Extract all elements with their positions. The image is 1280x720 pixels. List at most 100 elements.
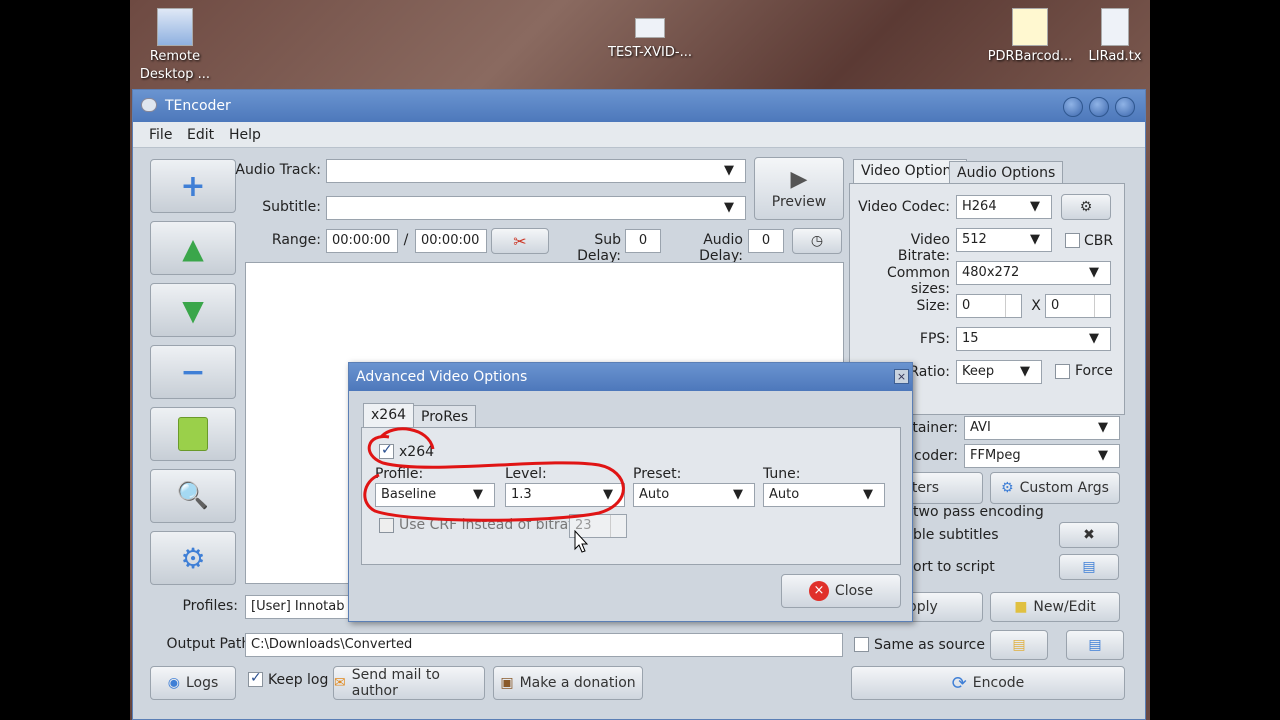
- spinner-icon[interactable]: [1094, 295, 1110, 317]
- move-down-button[interactable]: ▼: [150, 283, 236, 337]
- fps-label: FPS:: [919, 331, 950, 347]
- video-bitrate-select[interactable]: 512 ▼: [956, 228, 1052, 252]
- container-select[interactable]: AVI ▼: [964, 416, 1120, 440]
- chevron-down-icon: ▼: [1089, 331, 1099, 346]
- desktop-icon-test-xvid[interactable]: TEST-XVID-...: [605, 18, 695, 62]
- menu-file[interactable]: File: [149, 127, 172, 143]
- remote-desktop-icon: [157, 8, 193, 46]
- two-pass-label: two pass encoding: [913, 504, 1044, 520]
- spinner-icon[interactable]: [1005, 295, 1021, 317]
- red-annotation-circle: [363, 427, 625, 522]
- title-bar[interactable]: TEncoder: [133, 90, 1145, 122]
- encoder-select[interactable]: FFMpeg ▼: [964, 444, 1120, 468]
- menu-help[interactable]: Help: [229, 127, 261, 143]
- cbr-label: CBR: [1084, 233, 1114, 249]
- chevron-down-icon: ▼: [1030, 232, 1040, 247]
- size-label: Size:: [916, 298, 950, 314]
- range-separator: /: [403, 232, 409, 248]
- profiles-select[interactable]: [User] Innotab 2: [245, 595, 353, 619]
- maximize-button[interactable]: [1089, 97, 1109, 117]
- codec-settings-button[interactable]: ⚙: [1061, 194, 1111, 220]
- cut-button[interactable]: ✂: [491, 228, 549, 254]
- settings-button[interactable]: ⚙: [150, 531, 236, 585]
- gear-icon: ⚙: [180, 541, 206, 575]
- chevron-down-icon: ▼: [724, 163, 734, 178]
- plus-icon: +: [180, 168, 206, 204]
- ratio-select[interactable]: Keep ▼: [956, 360, 1042, 384]
- refresh-icon: ⟳: [951, 672, 967, 694]
- new-edit-button[interactable]: ■ New/Edit: [990, 592, 1120, 622]
- move-up-button[interactable]: ▲: [150, 221, 236, 275]
- size-x-label: X: [1031, 298, 1041, 314]
- advanced-video-options-dialog: Advanced Video Options × x264 ProRes x26…: [348, 362, 913, 622]
- pdf-file-icon: [1012, 8, 1048, 46]
- force-checkbox[interactable]: [1055, 364, 1070, 379]
- same-as-source-checkbox[interactable]: [854, 637, 869, 652]
- tab-audio-options[interactable]: Audio Options: [949, 161, 1064, 185]
- logs-button[interactable]: ◉ Logs: [150, 666, 236, 700]
- subtitle-select[interactable]: ▼: [326, 196, 746, 220]
- range-start-input[interactable]: 00:00:00: [326, 229, 398, 253]
- export-script-label: ort to script: [913, 559, 995, 575]
- subtitle-tools-button[interactable]: ✖: [1059, 522, 1119, 548]
- keep-log-checkbox[interactable]: [248, 670, 263, 687]
- gear-icon: ⚙: [1001, 480, 1014, 496]
- text-file-icon: [1101, 8, 1129, 46]
- chevron-down-icon: ▼: [1030, 199, 1040, 214]
- folder-icon: ▤: [1012, 637, 1026, 653]
- cbr-checkbox[interactable]: [1065, 233, 1080, 248]
- output-path-input[interactable]: C:\Downloads\Converted: [245, 633, 843, 657]
- video-bitrate-label: Video Bitrate:: [897, 232, 950, 264]
- sync-button[interactable]: ◷: [792, 228, 842, 254]
- arrow-up-icon: ▲: [182, 231, 204, 265]
- window-title: TEncoder: [165, 98, 231, 114]
- preview-button[interactable]: ▶ Preview: [754, 157, 844, 220]
- range-label: Range:: [271, 232, 321, 248]
- desktop-icon-pdrbarcode[interactable]: PDRBarcod...: [985, 8, 1075, 66]
- clear-list-button[interactable]: [150, 407, 236, 461]
- recycle-bin-icon: [178, 417, 208, 451]
- minimize-button[interactable]: [1063, 97, 1083, 117]
- sub-delay-input[interactable]: 0: [625, 229, 661, 253]
- subtitle-label: Subtitle:: [262, 199, 321, 215]
- size-height-input[interactable]: 0: [1045, 294, 1111, 318]
- force-label: Force: [1075, 363, 1113, 379]
- export-script-button[interactable]: ▤: [1059, 554, 1119, 580]
- desktop-icon-label: Remote: [149, 49, 201, 64]
- custom-args-button[interactable]: ⚙ Custom Args: [990, 472, 1120, 504]
- arrow-down-icon: ▼: [182, 293, 204, 327]
- add-file-button[interactable]: +: [150, 159, 236, 213]
- audio-track-select[interactable]: ▼: [326, 159, 746, 183]
- common-sizes-select[interactable]: 480x272 ▼: [956, 261, 1111, 285]
- mail-icon: ✉: [334, 675, 346, 691]
- encode-button[interactable]: ⟳ Encode: [851, 666, 1125, 700]
- desktop-icon-label: Desktop ...: [139, 67, 211, 82]
- sub-delay-label: Sub Delay:: [577, 232, 621, 264]
- send-mail-button[interactable]: ✉ Send mail to author: [333, 666, 485, 700]
- browse-output-button[interactable]: ▤: [990, 630, 1048, 660]
- gear-icon: ⚙: [1079, 199, 1093, 215]
- video-codec-label: Video Codec:: [858, 199, 950, 215]
- note-icon: ■: [1014, 599, 1028, 615]
- close-window-button[interactable]: [1115, 97, 1135, 117]
- play-icon: ▶: [790, 167, 808, 192]
- common-sizes-label: Common sizes:: [886, 265, 950, 297]
- chevron-down-icon: ▼: [1089, 265, 1099, 280]
- range-end-input[interactable]: 00:00:00: [415, 229, 487, 253]
- scissors-icon: ✂: [513, 231, 527, 251]
- open-output-button[interactable]: ▤: [1066, 630, 1124, 660]
- menu-edit[interactable]: Edit: [187, 127, 214, 143]
- desktop-icon-lirad[interactable]: LIRad.tx: [1080, 8, 1150, 66]
- size-width-input[interactable]: 0: [956, 294, 1022, 318]
- file-icon: [635, 18, 665, 38]
- desktop-icon-remote-desktop[interactable]: Remote Desktop ...: [130, 8, 220, 84]
- audio-delay-input[interactable]: 0: [748, 229, 784, 253]
- fps-select[interactable]: 15 ▼: [956, 327, 1111, 351]
- audio-delay-label: Audio Delay:: [699, 232, 743, 264]
- video-codec-select[interactable]: H264 ▼: [956, 195, 1052, 219]
- donation-button[interactable]: ▣ Make a donation: [493, 666, 643, 700]
- remove-file-button[interactable]: −: [150, 345, 236, 399]
- file-info-button[interactable]: 🔍: [150, 469, 236, 523]
- magnifier-icon: 🔍: [176, 481, 210, 511]
- profiles-label: Profiles:: [182, 598, 238, 614]
